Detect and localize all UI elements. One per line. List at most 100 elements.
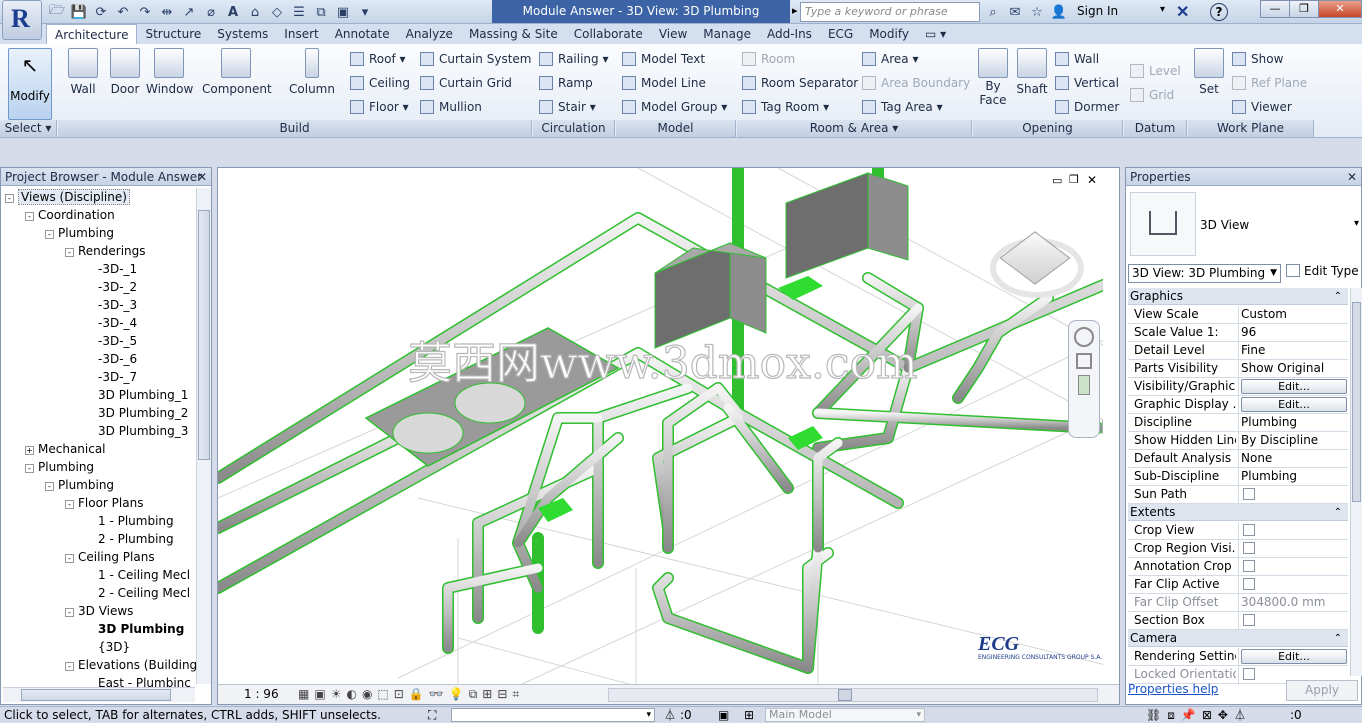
floor-button[interactable]: Floor ▾ bbox=[350, 98, 409, 116]
exchange-apps-icon[interactable]: ✕ bbox=[1176, 2, 1189, 22]
collapse-icon[interactable]: - bbox=[65, 500, 74, 509]
property-value[interactable]: Show Original bbox=[1238, 360, 1348, 377]
room-separator-button[interactable]: Room Separator bbox=[742, 74, 858, 92]
level-button[interactable]: Level bbox=[1130, 62, 1181, 80]
collapse-icon[interactable]: - bbox=[65, 608, 74, 617]
view-horizontal-scrollbar[interactable] bbox=[608, 688, 1098, 702]
reveal-constraints-icon[interactable]: ⌗ bbox=[512, 687, 519, 702]
room-button[interactable]: Room bbox=[742, 50, 795, 68]
crop-region-icon[interactable]: ⊡ bbox=[394, 687, 404, 702]
vertical-scrollbar[interactable] bbox=[196, 188, 211, 684]
type-selector-dropdown[interactable]: 3D View: 3D Plumbing ▼ bbox=[1128, 264, 1281, 283]
wall-opening-button[interactable]: Wall bbox=[1055, 50, 1099, 68]
view-vertical-scrollbar[interactable] bbox=[1103, 178, 1118, 668]
property-value[interactable]: Plumbing bbox=[1238, 414, 1348, 431]
analytical-model-icon[interactable]: ⊞ bbox=[482, 687, 492, 702]
railing-button[interactable]: Railing ▾ bbox=[539, 50, 609, 68]
active-workset-dropdown[interactable]: ▾ bbox=[451, 708, 655, 722]
tree-item[interactable]: 2 - Ceiling Mecl bbox=[85, 584, 190, 602]
checkbox[interactable] bbox=[1243, 542, 1255, 554]
properties-scrollbar[interactable] bbox=[1350, 288, 1362, 676]
sign-in-button[interactable]: Sign In bbox=[1077, 4, 1118, 18]
model-line-button[interactable]: Model Line bbox=[622, 74, 706, 92]
tree-item[interactable]: 1 - Ceiling Mecl bbox=[85, 566, 190, 584]
tree-item[interactable]: {3D} bbox=[85, 638, 130, 656]
sync-icon[interactable]: ⟳ bbox=[92, 5, 110, 20]
sun-path-icon[interactable]: ☀ bbox=[331, 687, 342, 702]
tag-area-button[interactable]: Tag Area ▾ bbox=[862, 98, 943, 116]
property-edit-cell[interactable]: Edit... bbox=[1238, 378, 1348, 395]
design-option-dropdown[interactable]: Main Model ▾ bbox=[765, 708, 925, 722]
select-underlay-icon[interactable]: ⧈ bbox=[1167, 707, 1175, 723]
unlocked-3d-view-icon[interactable]: 🔒 bbox=[409, 687, 424, 702]
property-group-header[interactable]: Extents ⌃ bbox=[1128, 504, 1348, 521]
edit-type-button[interactable]: Edit Type bbox=[1286, 264, 1359, 278]
undo-icon[interactable]: ↶ bbox=[114, 5, 132, 20]
text-icon[interactable]: A bbox=[224, 5, 242, 20]
zoom-icon[interactable] bbox=[1076, 353, 1092, 369]
dimension-icon[interactable]: ↗ bbox=[180, 5, 198, 20]
binoculars-icon[interactable]: ⌕ bbox=[984, 5, 1002, 20]
viewer-button[interactable]: Viewer bbox=[1232, 98, 1292, 116]
tab-manage[interactable]: Manage bbox=[695, 24, 759, 44]
measure-icon[interactable]: ⇹ bbox=[158, 5, 176, 20]
pan-icon[interactable] bbox=[1078, 375, 1090, 395]
visual-style-icon[interactable]: ▣ bbox=[314, 687, 325, 702]
chevron-down-icon[interactable]: ▾ bbox=[1354, 218, 1359, 229]
expand-icon[interactable]: + bbox=[25, 446, 34, 455]
shadows-icon[interactable]: ◐ bbox=[346, 687, 356, 702]
select-by-face-icon[interactable]: ⊠ bbox=[1202, 707, 1212, 723]
opening-by-face-button[interactable]: By Face bbox=[976, 48, 1010, 107]
collapse-icon[interactable]: ⌃ bbox=[1334, 288, 1342, 305]
apply-button[interactable]: Apply bbox=[1286, 680, 1358, 701]
tree-item[interactable]: -3D-_4 bbox=[85, 314, 137, 332]
tree-item[interactable]: 1 - Plumbing bbox=[85, 512, 174, 530]
temporary-hide-icon[interactable]: 👓 bbox=[429, 687, 444, 702]
stair-button[interactable]: Stair ▾ bbox=[539, 98, 596, 116]
highlight-displacement-icon[interactable]: ⊟ bbox=[497, 687, 507, 702]
shaft-button[interactable]: Shaft bbox=[1014, 48, 1050, 96]
properties-help-link[interactable]: Properties help bbox=[1128, 682, 1218, 696]
tree-item[interactable]: -3D-_1 bbox=[85, 260, 137, 278]
collapse-icon[interactable]: - bbox=[25, 464, 34, 473]
collapse-icon[interactable]: - bbox=[45, 482, 54, 491]
checkbox[interactable] bbox=[1243, 560, 1255, 572]
maximize-button[interactable]: ❐ bbox=[1289, 0, 1319, 18]
tree-item[interactable]: - Floor Plans bbox=[65, 494, 143, 512]
collapse-icon[interactable]: - bbox=[25, 212, 34, 221]
property-value[interactable]: Custom bbox=[1238, 306, 1348, 323]
wall-button[interactable]: Wall bbox=[64, 48, 102, 96]
steering-wheel-icon[interactable] bbox=[1074, 327, 1094, 347]
filter-icon[interactable]: ⏃ bbox=[664, 707, 676, 723]
property-value[interactable]: 96 bbox=[1238, 324, 1348, 341]
curtain-system-button[interactable]: Curtain System bbox=[420, 50, 531, 68]
property-checkbox-cell[interactable] bbox=[1238, 558, 1348, 577]
set-work-plane-button[interactable]: Set bbox=[1193, 48, 1225, 96]
save-icon[interactable]: 💾 bbox=[70, 5, 88, 20]
tree-item[interactable]: - Ceiling Plans bbox=[65, 548, 155, 566]
tree-item[interactable]: 3D Plumbing_2 bbox=[85, 404, 188, 422]
property-group-header[interactable]: Camera ⌃ bbox=[1128, 630, 1348, 647]
area-button[interactable]: Area ▾ bbox=[862, 50, 918, 68]
checkbox[interactable] bbox=[1243, 578, 1255, 590]
modify-button[interactable]: ↖ Modify bbox=[8, 48, 52, 120]
edit-button[interactable]: Edit... bbox=[1241, 397, 1347, 412]
collapse-icon[interactable]: ⌃ bbox=[1334, 504, 1342, 521]
tab-ecg[interactable]: ECG bbox=[820, 24, 861, 44]
tag-room-button[interactable]: Tag Room ▾ bbox=[742, 98, 829, 116]
collapse-icon[interactable]: - bbox=[5, 194, 14, 203]
application-menu-button[interactable]: R bbox=[2, 0, 42, 40]
panel-select-label[interactable]: Select ▾ bbox=[0, 120, 57, 137]
tree-item[interactable]: -3D-_7 bbox=[85, 368, 137, 386]
collapse-icon[interactable]: - bbox=[65, 248, 74, 257]
panel-room-area-label[interactable]: Room & Area ▾ bbox=[737, 120, 972, 137]
property-checkbox-cell[interactable] bbox=[1238, 522, 1348, 541]
tree-item[interactable]: -3D Views bbox=[65, 602, 133, 620]
design-options-icon[interactable]: ▣ bbox=[718, 707, 729, 723]
drag-elements-icon[interactable]: ✥ bbox=[1218, 707, 1228, 723]
tree-item[interactable]: - Elevations (Building bbox=[65, 656, 197, 674]
tree-item[interactable]: - Plumbing bbox=[45, 476, 114, 494]
selection-filter-icon[interactable]: ⏃ bbox=[1234, 707, 1246, 723]
tree-item[interactable]: - Views (Discipline) bbox=[5, 188, 130, 206]
dormer-button[interactable]: Dormer bbox=[1055, 98, 1119, 116]
